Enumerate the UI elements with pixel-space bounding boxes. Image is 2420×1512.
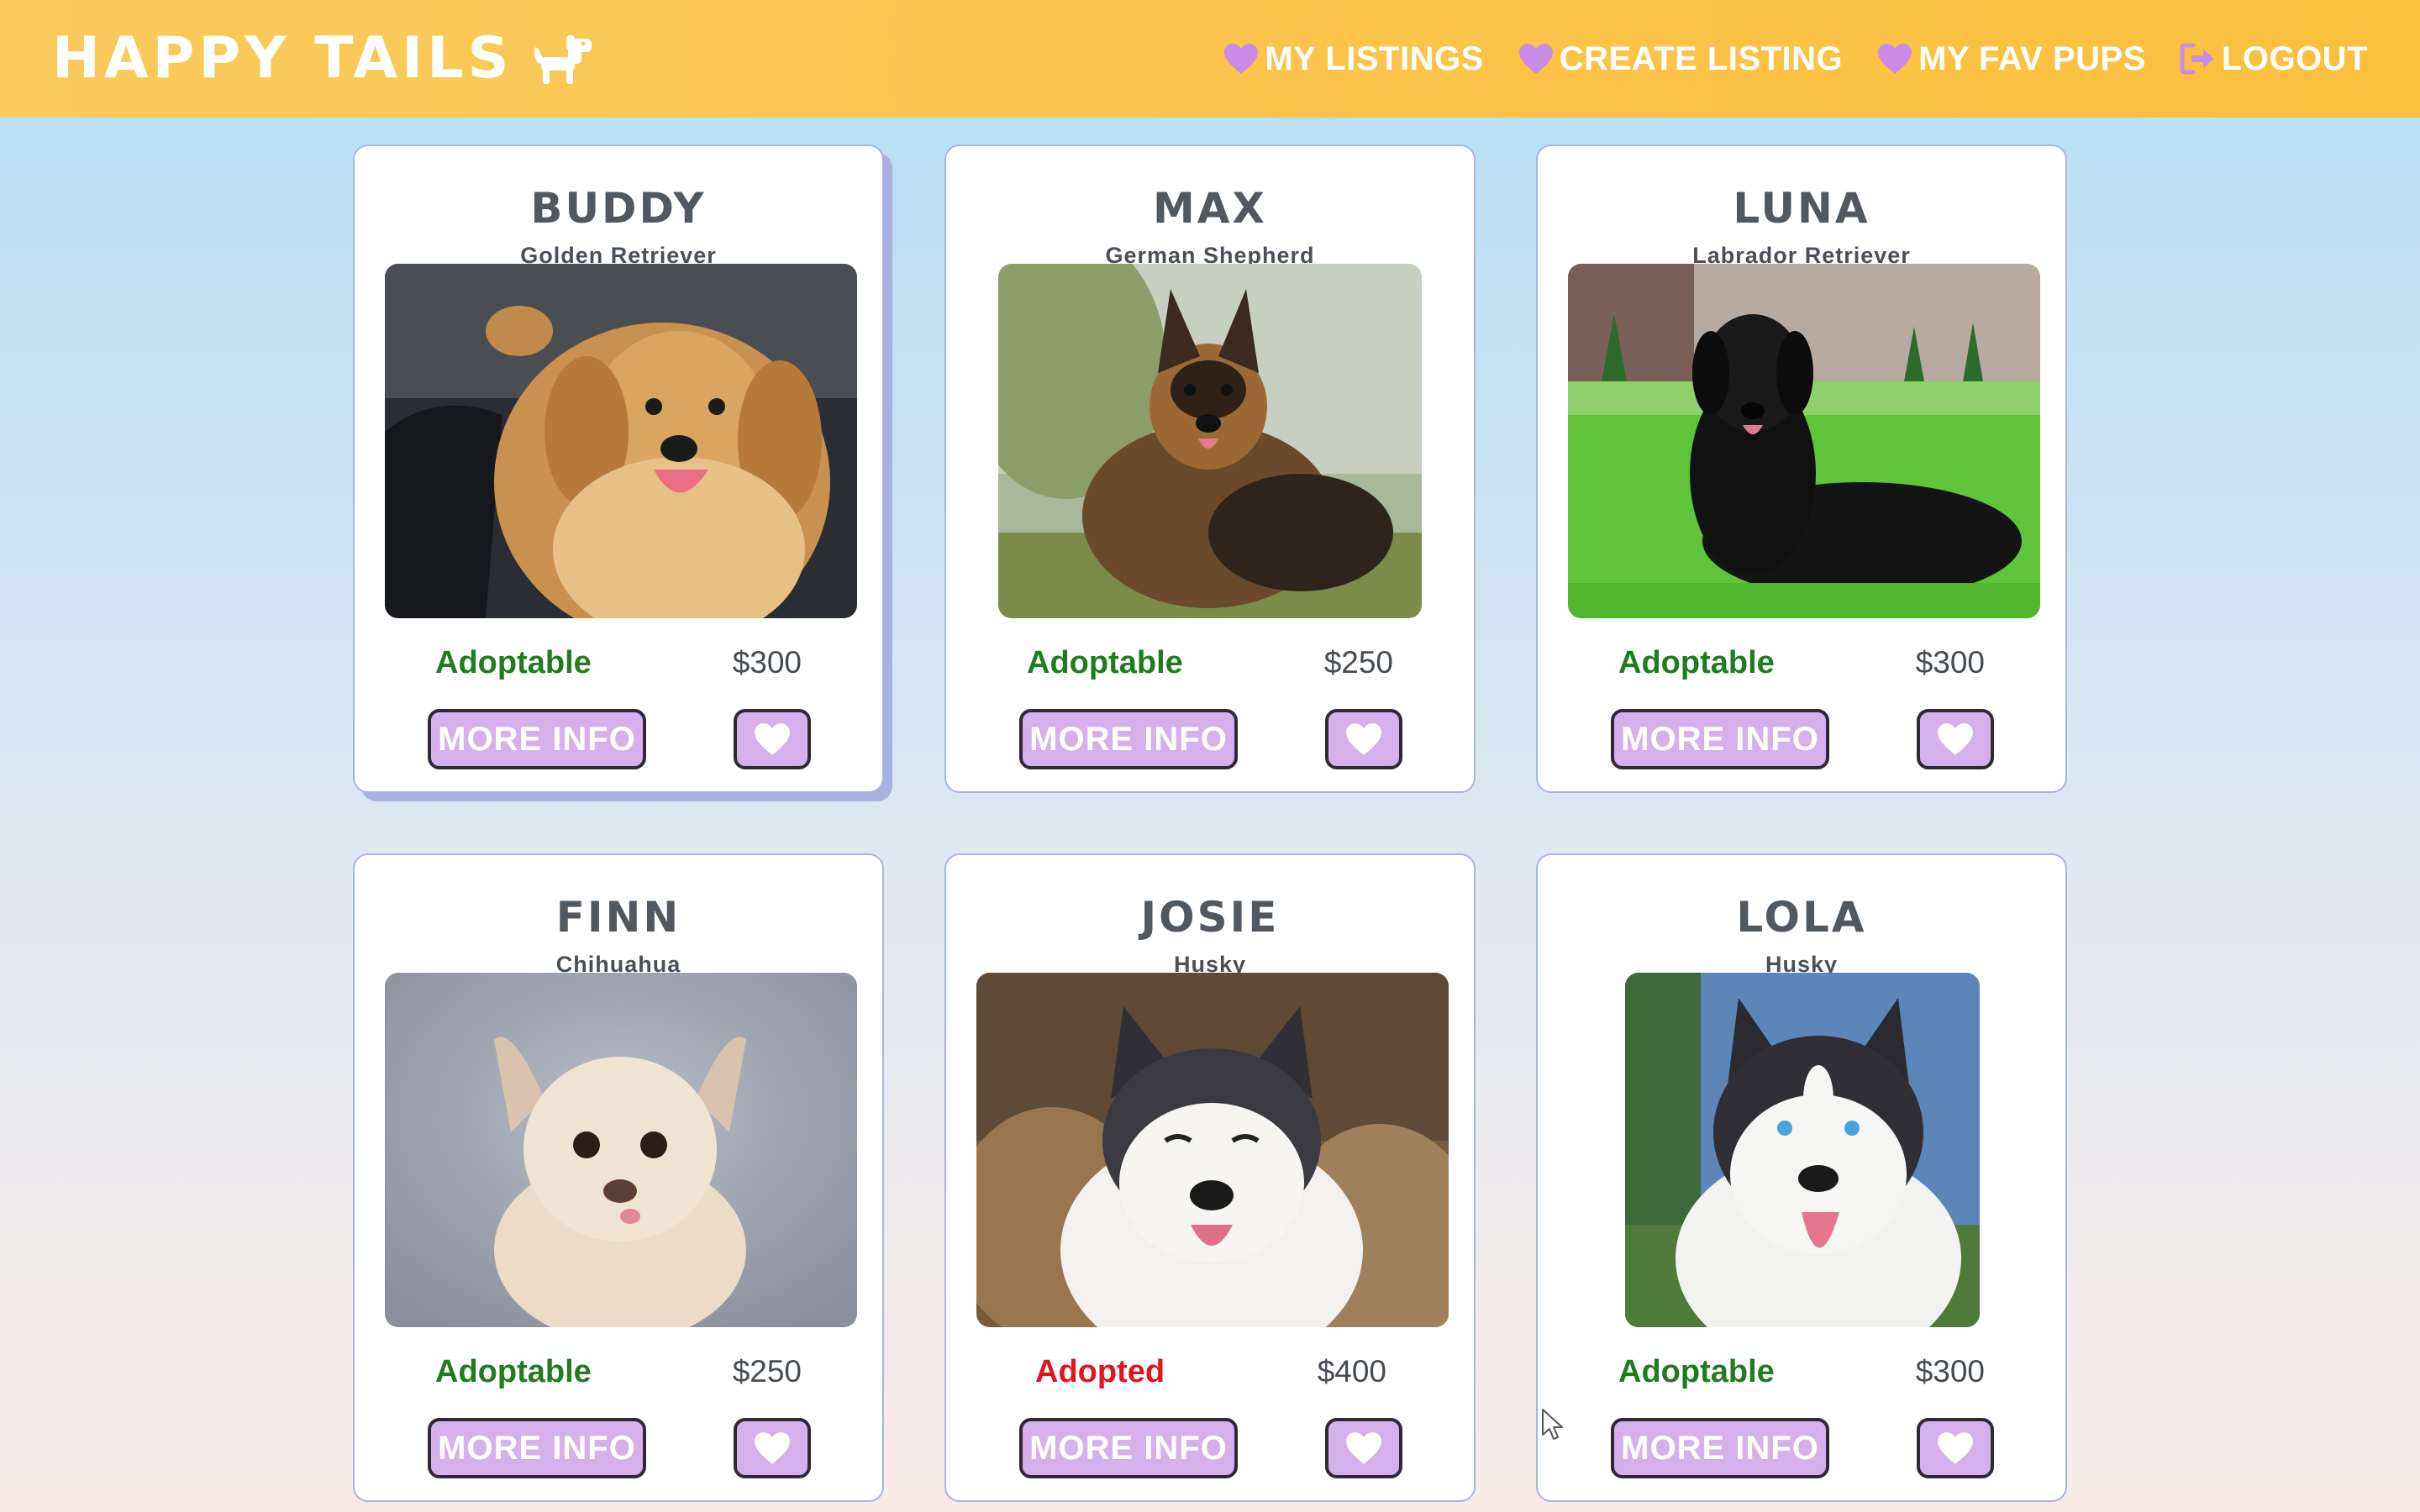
dog-name: JOSIE — [1140, 893, 1280, 942]
favorite-button[interactable] — [1917, 709, 1994, 769]
adoption-status: Adoptable — [1618, 645, 1775, 680]
nav-label: LOGOUT — [2221, 39, 2368, 77]
price: $300 — [1915, 645, 1985, 680]
more-info-button[interactable]: MORE INFO — [1019, 709, 1238, 769]
dog-name: BUDDY — [530, 184, 707, 233]
listing-card[interactable]: FINN Chihuahua Adoptable $250 MORE INFO — [353, 853, 884, 1502]
favorite-button[interactable] — [734, 709, 811, 769]
top-navbar: HAPPY TAILS MY LISTINGS CREATE LISTING M… — [0, 0, 2420, 118]
favorite-button[interactable] — [1917, 1418, 1994, 1478]
heart-icon — [1346, 723, 1381, 755]
more-info-button[interactable]: MORE INFO — [1019, 1418, 1238, 1478]
mouse-cursor-icon — [1541, 1408, 1565, 1441]
dog-name: MAX — [1152, 184, 1267, 233]
adoption-status: Adoptable — [1618, 1354, 1775, 1389]
nav-logout[interactable]: LOGOUT — [2180, 40, 2368, 78]
listing-card[interactable]: JOSIE Husky Adopted $400 MORE INFO — [944, 853, 1476, 1502]
price: $250 — [1323, 645, 1393, 680]
favorite-button[interactable] — [734, 1418, 811, 1478]
dog-name: LUNA — [1733, 184, 1870, 233]
listing-card[interactable]: BUDDY Golden Retriever Adoptable $300 MO… — [353, 144, 884, 793]
price: $300 — [732, 645, 802, 680]
listing-card[interactable]: LUNA Labrador Retriever Adoptable $300 M… — [1536, 144, 2067, 793]
brand-logo[interactable]: HAPPY TAILS — [52, 25, 593, 92]
dog-name: FINN — [555, 893, 681, 942]
adoption-status: Adopted — [1035, 1354, 1165, 1389]
heart-icon — [755, 1432, 790, 1464]
adoption-status: Adoptable — [1027, 645, 1183, 680]
heart-icon — [1223, 42, 1260, 76]
nav-label: MY FAV PUPS — [1918, 39, 2146, 77]
more-info-button[interactable]: MORE INFO — [428, 709, 646, 769]
price: $400 — [1317, 1354, 1386, 1389]
heart-icon — [1346, 1432, 1381, 1464]
black-labrador-photo — [1568, 264, 2040, 618]
heart-icon — [1518, 42, 1555, 76]
more-info-button[interactable]: MORE INFO — [1611, 1418, 1829, 1478]
heart-icon — [1938, 723, 1973, 755]
more-info-button[interactable]: MORE INFO — [1611, 709, 1829, 769]
husky-photo — [976, 973, 1449, 1327]
price: $250 — [732, 1354, 802, 1389]
dog-name: LOLA — [1736, 893, 1867, 942]
nav-my-fav-pups[interactable]: MY FAV PUPS — [1876, 40, 2146, 78]
heart-icon — [1876, 42, 1913, 76]
listing-card[interactable]: MAX German Shepherd Adoptable $250 MORE … — [944, 144, 1476, 793]
brand-title: HAPPY TAILS — [52, 25, 513, 92]
german-shepherd-photo — [998, 264, 1422, 618]
listing-card[interactable]: LOLA Husky Adoptable $300 MORE INFO — [1536, 853, 2067, 1502]
chihuahua-photo — [385, 973, 857, 1327]
nav-my-listings[interactable]: MY LISTINGS — [1223, 40, 1483, 78]
golden-retriever-photo — [385, 264, 857, 618]
price: $300 — [1915, 1354, 1985, 1389]
favorite-button[interactable] — [1325, 709, 1402, 769]
husky-photo — [1625, 973, 1980, 1327]
favorite-button[interactable] — [1325, 1418, 1402, 1478]
heart-icon — [755, 723, 790, 755]
heart-icon — [1938, 1432, 1973, 1464]
adoption-status: Adoptable — [435, 1354, 592, 1389]
main-nav: MY LISTINGS CREATE LISTING MY FAV PUPS L… — [1189, 34, 2368, 84]
dog-icon — [532, 32, 593, 86]
logout-icon — [2180, 42, 2217, 76]
more-info-button[interactable]: MORE INFO — [428, 1418, 646, 1478]
nav-label: CREATE LISTING — [1559, 39, 1844, 77]
nav-create-listing[interactable]: CREATE LISTING — [1518, 40, 1843, 78]
nav-label: MY LISTINGS — [1265, 39, 1484, 77]
adoption-status: Adoptable — [435, 645, 592, 680]
